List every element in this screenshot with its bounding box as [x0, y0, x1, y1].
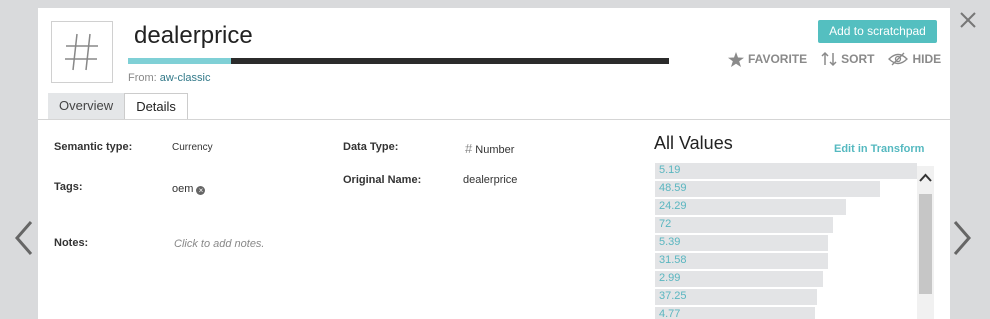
data-type-label: Data Type:	[343, 141, 399, 153]
semantic-type-value[interactable]: Currency	[172, 142, 213, 153]
sort-arrows-icon	[821, 51, 837, 67]
hash-icon	[65, 33, 98, 71]
header-actions: FAVORITE SORT HIDE	[728, 51, 941, 67]
column-name: dealerprice	[134, 22, 253, 49]
value-label: 5.39	[659, 236, 681, 248]
column-type-icon	[51, 21, 113, 83]
tag-label: oem	[172, 183, 194, 195]
original-name-label: Original Name:	[343, 174, 422, 186]
value-label: 24.29	[659, 200, 687, 212]
value-label: 31.58	[659, 254, 687, 266]
value-row[interactable]: 37.25	[655, 289, 917, 307]
panel-header: dealerprice From: aw-classic Add to scrat…	[38, 8, 950, 120]
star-icon	[728, 51, 744, 67]
previous-arrow-icon[interactable]	[12, 218, 36, 258]
favorite-button[interactable]: FAVORITE	[728, 51, 807, 67]
value-label: 37.25	[659, 290, 687, 302]
scrollbar-thumb[interactable]	[919, 194, 932, 294]
tab-details[interactable]: Details	[124, 93, 188, 120]
source-line: From: aw-classic	[128, 72, 210, 84]
data-type-value-group: # Number	[465, 141, 514, 156]
hide-button[interactable]: HIDE	[888, 51, 941, 67]
all-values-title: All Values	[654, 133, 733, 153]
value-row[interactable]: 72	[655, 217, 917, 235]
value-frequency-bar	[655, 163, 917, 179]
tab-divider	[38, 119, 950, 120]
value-row[interactable]: 48.59	[655, 181, 917, 199]
value-row[interactable]: 5.39	[655, 235, 917, 253]
edit-in-transform-link[interactable]: Edit in Transform	[834, 143, 924, 155]
remove-tag-icon[interactable]: ×	[196, 186, 206, 195]
sort-label: SORT	[841, 52, 875, 66]
value-row[interactable]: 24.29	[655, 199, 917, 217]
number-hash-icon: #	[465, 141, 473, 156]
tab-overview[interactable]: Overview	[48, 93, 125, 120]
value-label: 2.99	[659, 272, 681, 284]
from-label: From:	[128, 72, 157, 84]
value-label: 5.19	[659, 164, 681, 176]
completeness-bar-fill	[128, 58, 231, 64]
original-name-value: dealerprice	[463, 174, 518, 186]
tab-bar: Overview Details	[48, 93, 188, 120]
notes-input[interactable]: Click to add notes.	[174, 238, 265, 250]
completeness-bar	[128, 58, 669, 64]
value-label: 48.59	[659, 182, 687, 194]
semantic-type-label: Semantic type:	[54, 141, 133, 153]
scroll-up-icon[interactable]	[919, 171, 932, 185]
close-icon[interactable]	[958, 10, 978, 30]
value-label: 4.77	[659, 308, 681, 319]
next-arrow-icon[interactable]	[950, 218, 974, 258]
value-frequency-bar	[655, 181, 880, 197]
value-frequency-bar	[655, 235, 828, 251]
value-row[interactable]: 5.19	[655, 163, 917, 181]
eye-slash-icon	[888, 52, 909, 66]
tags-label: Tags:	[54, 181, 83, 193]
data-type-value: Number	[475, 144, 515, 156]
value-row[interactable]: 2.99	[655, 271, 917, 289]
values-list: 5.19 48.59 24.29 72 5.39 31.58 2.99 37.25 4.77	[655, 163, 917, 319]
value-row[interactable]: 31.58	[655, 253, 917, 271]
hide-label: HIDE	[912, 52, 942, 66]
column-detail-panel: dealerprice From: aw-classic Add to scrat…	[38, 8, 950, 319]
add-to-scratchpad-button[interactable]: Add to scratchpad	[818, 20, 937, 43]
values-scrollbar[interactable]	[917, 166, 934, 319]
tag-chip: oem ×	[172, 183, 206, 195]
value-frequency-bar	[655, 217, 833, 233]
source-link[interactable]: aw-classic	[160, 72, 211, 84]
value-row[interactable]: 4.77	[655, 307, 917, 319]
notes-label: Notes:	[54, 237, 89, 249]
favorite-label: FAVORITE	[748, 52, 808, 66]
value-label: 72	[659, 218, 672, 230]
sort-button[interactable]: SORT	[821, 51, 874, 67]
